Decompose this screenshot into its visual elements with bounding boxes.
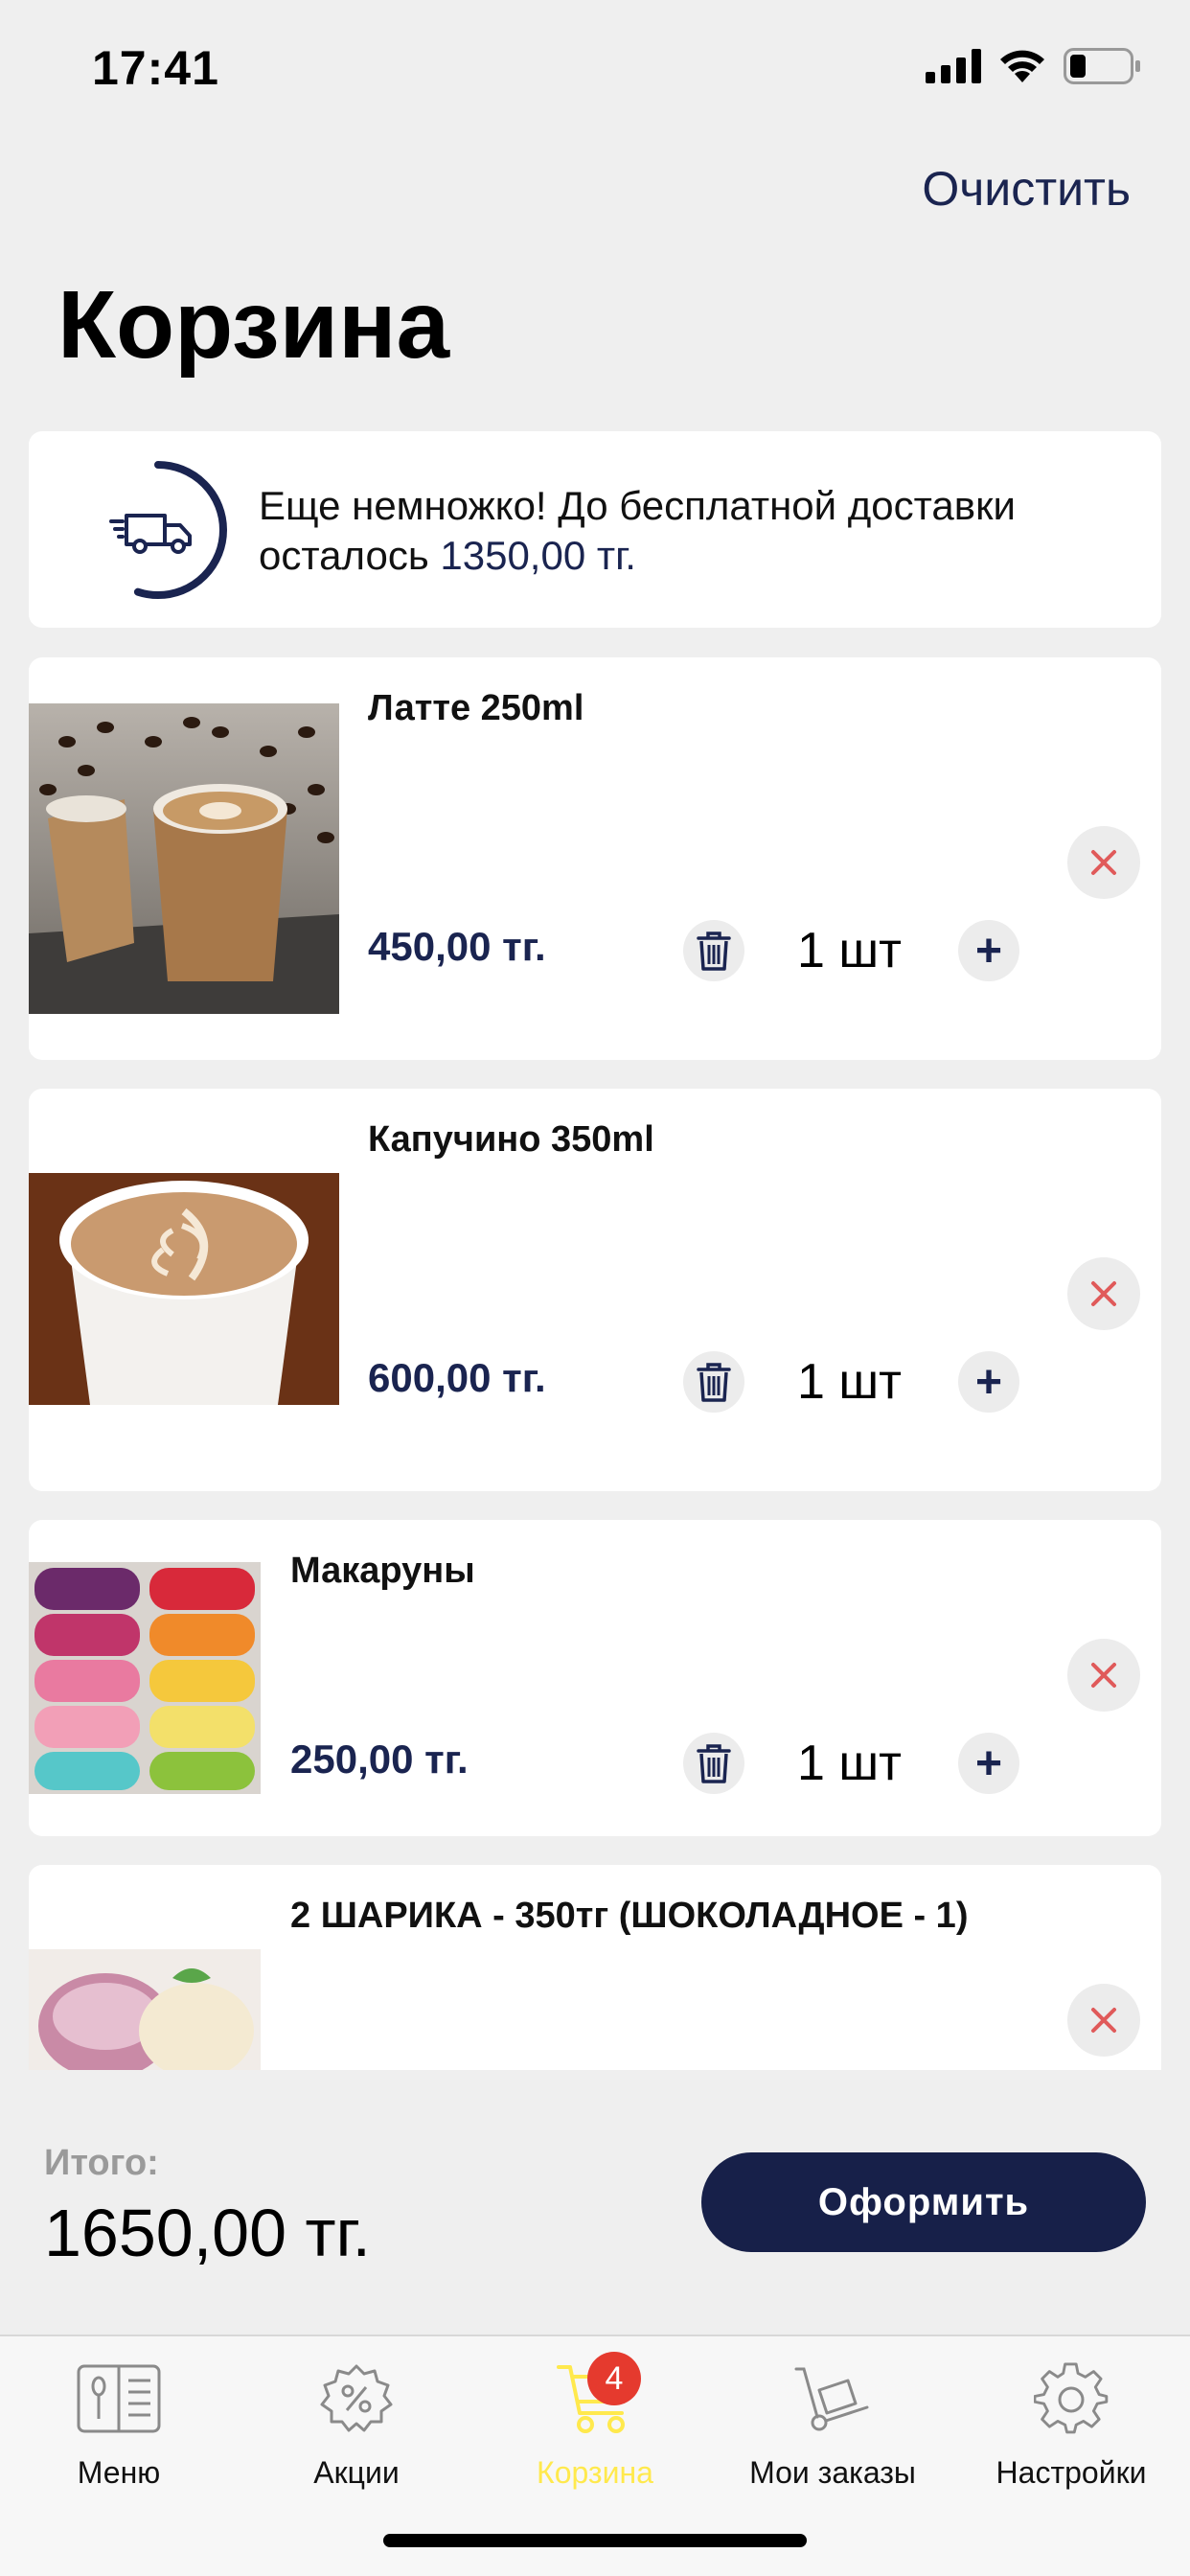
cart-count-badge: 4 bbox=[587, 2352, 641, 2405]
increase-quantity-button[interactable]: + bbox=[958, 1351, 1019, 1413]
item-price: 600,00 тг. bbox=[368, 1355, 546, 1400]
tab-label: Корзина bbox=[537, 2455, 653, 2490]
free-delivery-remaining-amount: 1350,00 тг. bbox=[440, 533, 636, 578]
tab-label: Настройки bbox=[995, 2455, 1147, 2490]
cart-item: Макаруны 250,00 тг. 1 шт + bbox=[29, 1520, 1161, 1836]
plus-icon: + bbox=[974, 1737, 1003, 1789]
item-name: Макаруны bbox=[290, 1551, 475, 1591]
decrease-remove-button[interactable] bbox=[683, 1733, 744, 1794]
home-indicator bbox=[383, 2534, 807, 2547]
cart-item: Латте 250ml 450,00 тг. 1 шт + bbox=[29, 657, 1161, 1060]
cart-item: 2 ШАРИКА - 350тг (ШОКОЛАДНОЕ - 1) bbox=[29, 1865, 1161, 2070]
tab-label: Меню bbox=[77, 2455, 161, 2490]
item-image-cappuccino bbox=[29, 1173, 339, 1405]
plus-icon: + bbox=[974, 925, 1003, 977]
item-quantity: 1 шт bbox=[797, 1354, 902, 1410]
item-quantity: 1 шт bbox=[797, 923, 902, 978]
status-bar: 17:41 bbox=[0, 0, 1190, 144]
free-delivery-text: Еще немножко! До бесплатной доставки ост… bbox=[259, 481, 1016, 581]
close-icon bbox=[1091, 1281, 1116, 1306]
tab-label: Мои заказы bbox=[749, 2455, 916, 2490]
delivery-truck-icon bbox=[109, 514, 192, 554]
tab-promotions[interactable]: Акции bbox=[238, 2356, 475, 2509]
signal-icon bbox=[926, 49, 981, 83]
tab-cart[interactable]: 4 Корзина bbox=[476, 2352, 714, 2509]
tab-label: Акции bbox=[313, 2455, 400, 2490]
increase-quantity-button[interactable]: + bbox=[958, 1733, 1019, 1794]
item-price: 450,00 тг. bbox=[368, 924, 546, 969]
total-value: 1650,00 тг. bbox=[44, 2196, 371, 2270]
close-icon bbox=[1091, 2008, 1116, 2033]
remove-item-button[interactable] bbox=[1067, 1257, 1140, 1330]
item-name: Капучино 350ml bbox=[368, 1119, 654, 1160]
trash-icon bbox=[697, 1363, 731, 1402]
hand-truck-icon bbox=[785, 2356, 881, 2442]
item-quantity: 1 шт bbox=[797, 1736, 902, 1791]
plus-icon: + bbox=[974, 1356, 1003, 1408]
item-image-ice-cream bbox=[29, 1949, 261, 2070]
delivery-progress-ring bbox=[89, 461, 227, 599]
decrease-remove-button[interactable] bbox=[683, 920, 744, 981]
remove-item-button[interactable] bbox=[1067, 1639, 1140, 1712]
tab-menu[interactable]: Меню bbox=[0, 2356, 238, 2509]
wifi-icon bbox=[1000, 50, 1044, 82]
discount-gear-icon bbox=[309, 2356, 404, 2442]
item-price: 250,00 тг. bbox=[290, 1736, 469, 1782]
status-icons bbox=[926, 48, 1142, 84]
menu-book-icon bbox=[71, 2356, 167, 2442]
trash-icon bbox=[697, 932, 731, 971]
remove-item-button[interactable] bbox=[1067, 1984, 1140, 2057]
tab-my-orders[interactable]: Мои заказы bbox=[714, 2356, 951, 2509]
cart-list[interactable]: Латте 250ml 450,00 тг. 1 шт + Капучино 3… bbox=[0, 652, 1190, 2070]
remove-item-button[interactable] bbox=[1067, 826, 1140, 899]
page-title: Корзина bbox=[57, 271, 450, 379]
item-image-macarons bbox=[29, 1562, 261, 1794]
free-delivery-banner: Еще немножко! До бесплатной доставки ост… bbox=[29, 431, 1161, 628]
trash-icon bbox=[697, 1744, 731, 1783]
item-image-latte bbox=[29, 703, 339, 1014]
settings-gear-icon bbox=[1023, 2356, 1119, 2442]
checkout-button[interactable]: Оформить bbox=[701, 2152, 1146, 2252]
tab-settings[interactable]: Настройки bbox=[952, 2356, 1190, 2509]
close-icon bbox=[1091, 1663, 1116, 1688]
increase-quantity-button[interactable]: + bbox=[958, 920, 1019, 981]
close-icon bbox=[1091, 850, 1116, 875]
free-delivery-line2-prefix: осталось bbox=[259, 533, 441, 578]
item-name: Латте 250ml bbox=[368, 688, 584, 728]
status-time: 17:41 bbox=[92, 41, 219, 95]
item-name: 2 ШАРИКА - 350тг (ШОКОЛАДНОЕ - 1) bbox=[290, 1896, 969, 1936]
total-label: Итого: bbox=[44, 2143, 159, 2183]
clear-cart-button[interactable]: Очистить bbox=[922, 161, 1131, 217]
decrease-remove-button[interactable] bbox=[683, 1351, 744, 1413]
battery-icon bbox=[1064, 48, 1140, 84]
free-delivery-line1: Еще немножко! До бесплатной доставки bbox=[259, 483, 1016, 528]
cart-icon: 4 bbox=[547, 2352, 643, 2442]
cart-item: Капучино 350ml 600,00 тг. 1 шт + bbox=[29, 1089, 1161, 1491]
